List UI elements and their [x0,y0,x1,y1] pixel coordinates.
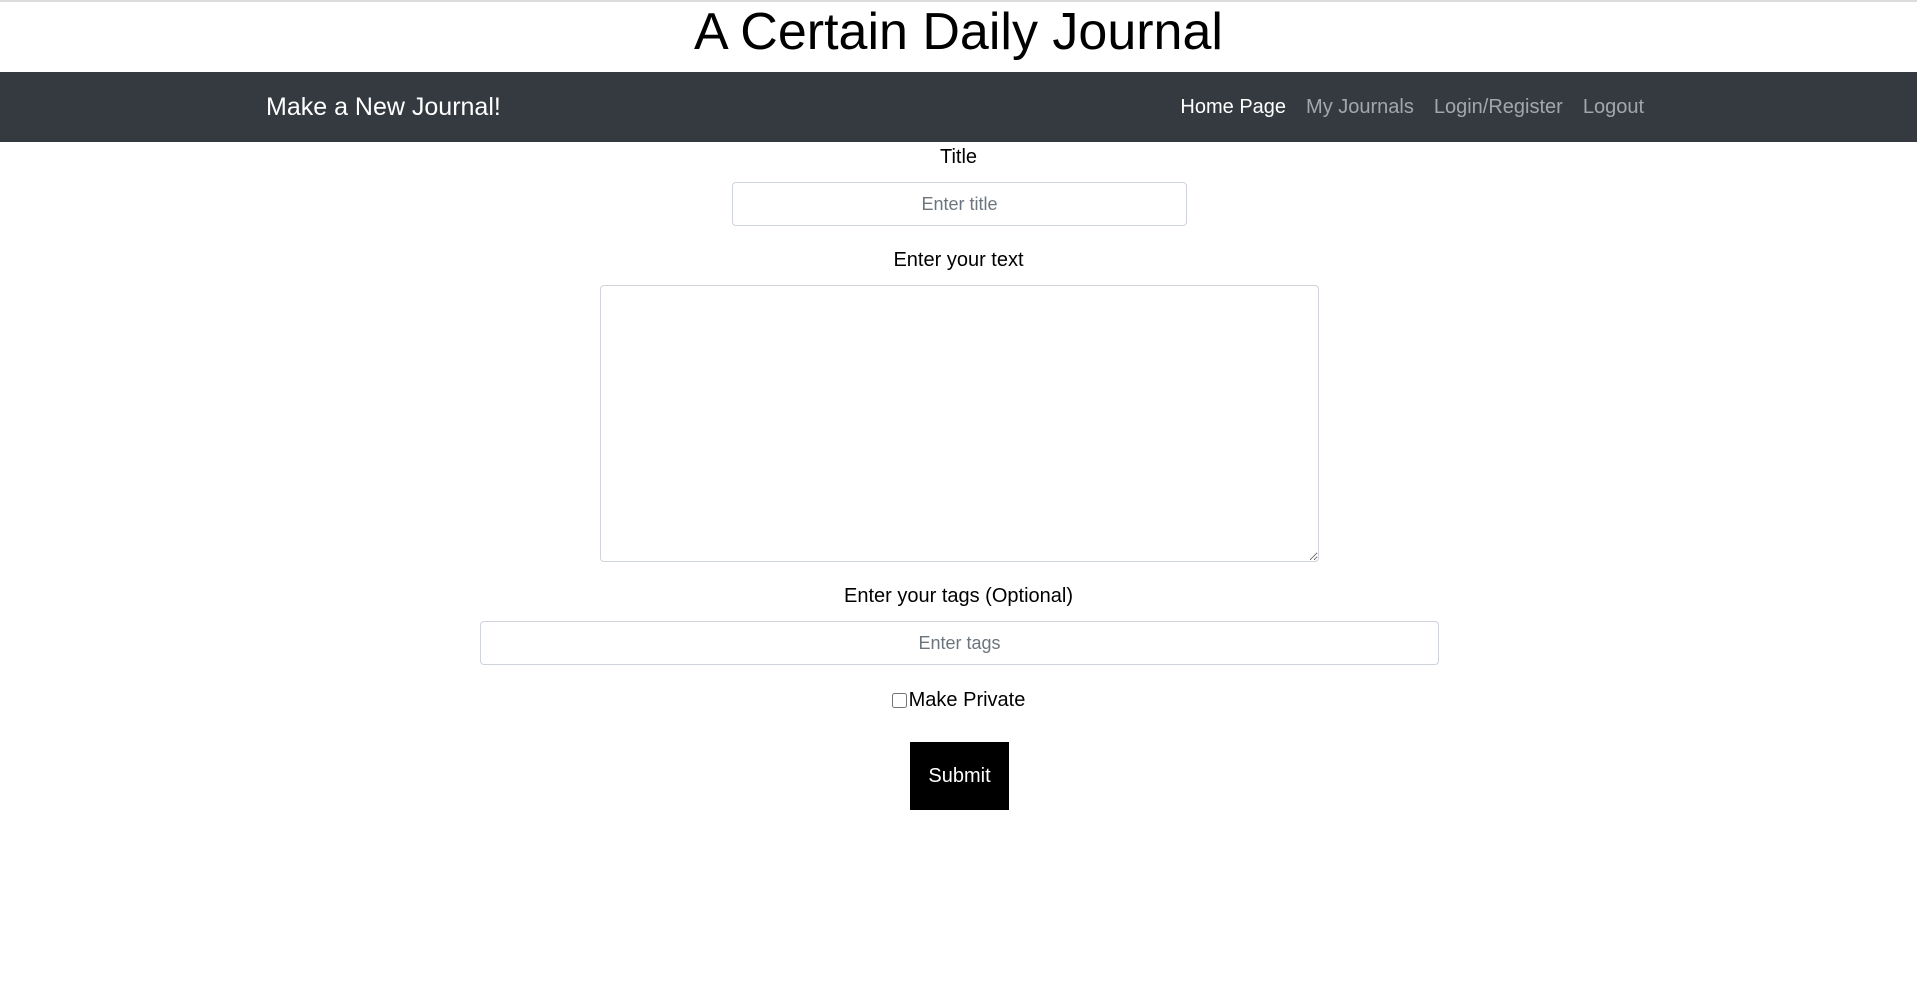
tags-label: Enter your tags (Optional) [844,585,1073,607]
title-input[interactable] [732,182,1187,226]
make-private-checkbox[interactable] [891,692,907,708]
site-title: A Certain Daily Journal [694,3,1223,61]
navbar: Make a New Journal! Home Page My Journal… [0,72,1917,142]
title-label: Title [939,146,978,168]
nav-link-my-journals[interactable]: My Journals [1306,96,1414,119]
make-private-label: Make Private [908,688,1026,711]
submit-button[interactable]: Submit [910,742,1009,810]
make-private-row[interactable]: Make Private [0,685,1917,715]
navbar-brand[interactable]: Make a New Journal! [266,72,501,142]
nav-links: Home Page My Journals Login/Register Log… [1180,72,1644,142]
nav-link-home[interactable]: Home Page [1180,96,1286,119]
nav-link-logout[interactable]: Logout [1583,96,1644,119]
text-label: Enter your text [893,249,1024,271]
text-area[interactable] [600,285,1319,562]
nav-link-login-register[interactable]: Login/Register [1434,96,1563,119]
tags-input[interactable] [480,621,1439,665]
